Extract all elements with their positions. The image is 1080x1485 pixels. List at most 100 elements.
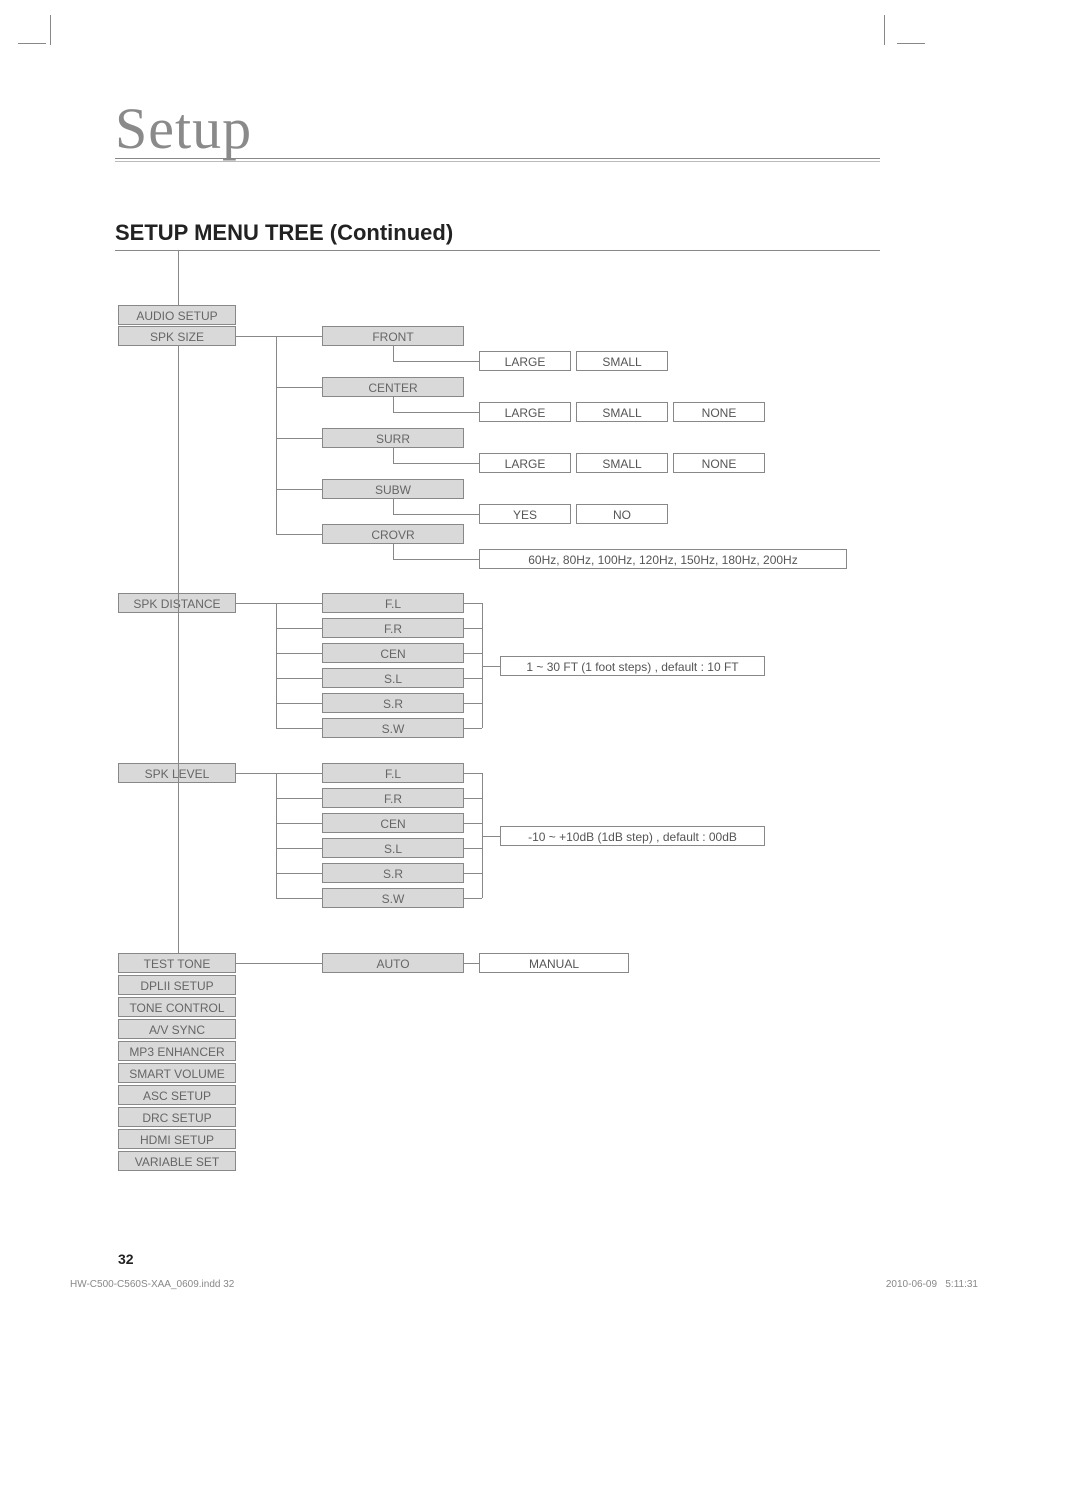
tree-line bbox=[276, 534, 322, 535]
tree-line bbox=[464, 603, 482, 604]
tree-line bbox=[236, 963, 322, 964]
menu-dplii-setup: DPLII SETUP bbox=[118, 975, 236, 995]
menu-tone-control: TONE CONTROL bbox=[118, 997, 236, 1017]
tree-line bbox=[276, 873, 322, 874]
divider bbox=[115, 158, 880, 159]
dist-sr: S.R bbox=[322, 693, 464, 713]
dist-sl: S.L bbox=[322, 668, 464, 688]
tree-line bbox=[276, 848, 322, 849]
tree-line bbox=[464, 873, 482, 874]
crop-mark bbox=[897, 43, 925, 44]
tree-line bbox=[464, 898, 482, 899]
dist-sw: S.W bbox=[322, 718, 464, 738]
surr-small: SMALL bbox=[576, 453, 668, 473]
lvl-sw: S.W bbox=[322, 888, 464, 908]
tree-line bbox=[276, 798, 322, 799]
lvl-fr: F.R bbox=[322, 788, 464, 808]
menu-spk-size: SPK SIZE bbox=[118, 326, 236, 346]
tree-line bbox=[276, 653, 322, 654]
menu-smart-volume: SMART VOLUME bbox=[118, 1063, 236, 1083]
tree-line bbox=[393, 463, 479, 464]
menu-drc-setup: DRC SETUP bbox=[118, 1107, 236, 1127]
tree-line bbox=[464, 798, 482, 799]
tree-line bbox=[464, 773, 482, 774]
menu-av-sync: A/V SYNC bbox=[118, 1019, 236, 1039]
tree-line bbox=[276, 336, 277, 534]
tree-line bbox=[393, 448, 394, 463]
dist-cen: CEN bbox=[322, 643, 464, 663]
divider bbox=[115, 161, 880, 162]
tree-line bbox=[393, 412, 479, 413]
surr-large: LARGE bbox=[479, 453, 571, 473]
tree-line bbox=[276, 628, 322, 629]
dist-range: 1 ~ 30 FT (1 foot steps) , default : 10 … bbox=[500, 656, 765, 676]
spksize-front: FRONT bbox=[322, 326, 464, 346]
spksize-center: CENTER bbox=[322, 377, 464, 397]
tree-line bbox=[482, 666, 500, 667]
spksize-subw: SUBW bbox=[322, 479, 464, 499]
menu-mp3-enhancer: MP3 ENHANCER bbox=[118, 1041, 236, 1061]
tree-line bbox=[276, 728, 322, 729]
tree-line bbox=[276, 603, 277, 728]
tree-line bbox=[276, 489, 322, 490]
section-heading: SETUP MENU TREE (Continued) bbox=[115, 220, 453, 246]
tree-line bbox=[276, 773, 322, 774]
menu-asc-setup: ASC SETUP bbox=[118, 1085, 236, 1105]
testtone-auto: AUTO bbox=[322, 953, 464, 973]
tree-line bbox=[236, 336, 276, 337]
subw-yes: YES bbox=[479, 504, 571, 524]
front-large: LARGE bbox=[479, 351, 571, 371]
tree-line bbox=[464, 963, 479, 964]
crop-mark bbox=[50, 15, 51, 45]
surr-none: NONE bbox=[673, 453, 765, 473]
tree-line bbox=[276, 898, 322, 899]
page-title: Setup bbox=[115, 95, 252, 162]
menu-spk-distance: SPK DISTANCE bbox=[118, 593, 236, 613]
front-small: SMALL bbox=[576, 351, 668, 371]
divider bbox=[115, 250, 880, 251]
tree-line bbox=[276, 773, 277, 898]
tree-line bbox=[464, 653, 482, 654]
tree-line bbox=[464, 728, 482, 729]
tree-line bbox=[178, 346, 179, 953]
tree-line bbox=[464, 823, 482, 824]
tree-line bbox=[276, 336, 322, 337]
tree-line bbox=[393, 397, 394, 412]
tree-line bbox=[464, 848, 482, 849]
tree-line bbox=[276, 703, 322, 704]
tree-line bbox=[464, 678, 482, 679]
menu-audio-setup: AUDIO SETUP bbox=[118, 305, 236, 325]
tree-line bbox=[276, 438, 322, 439]
menu-spk-level: SPK LEVEL bbox=[118, 763, 236, 783]
spksize-surr: SURR bbox=[322, 428, 464, 448]
tree-line bbox=[393, 559, 479, 560]
tree-line bbox=[276, 823, 322, 824]
lvl-cen: CEN bbox=[322, 813, 464, 833]
tree-line bbox=[236, 773, 276, 774]
lvl-sl: S.L bbox=[322, 838, 464, 858]
spksize-crovr: CROVR bbox=[322, 524, 464, 544]
subw-no: NO bbox=[576, 504, 668, 524]
menu-hdmi-setup: HDMI SETUP bbox=[118, 1129, 236, 1149]
tree-line bbox=[393, 361, 479, 362]
tree-line bbox=[393, 514, 479, 515]
tree-line bbox=[276, 387, 322, 388]
dist-fr: F.R bbox=[322, 618, 464, 638]
center-none: NONE bbox=[673, 402, 765, 422]
tree-line bbox=[393, 346, 394, 361]
testtone-manual: MANUAL bbox=[479, 953, 629, 973]
crop-mark bbox=[18, 43, 46, 44]
tree-line bbox=[178, 251, 179, 306]
menu-variable-set: VARIABLE SET bbox=[118, 1151, 236, 1171]
center-large: LARGE bbox=[479, 402, 571, 422]
tree-line bbox=[393, 544, 394, 559]
tree-line bbox=[236, 603, 276, 604]
tree-line bbox=[276, 603, 322, 604]
footer-timestamp: 2010-06-09 5:11:31 bbox=[886, 1279, 978, 1290]
menu-test-tone: TEST TONE bbox=[118, 953, 236, 973]
crop-mark bbox=[884, 15, 885, 45]
dist-fl: F.L bbox=[322, 593, 464, 613]
tree-line bbox=[393, 499, 394, 514]
tree-line bbox=[464, 628, 482, 629]
tree-line bbox=[276, 678, 322, 679]
